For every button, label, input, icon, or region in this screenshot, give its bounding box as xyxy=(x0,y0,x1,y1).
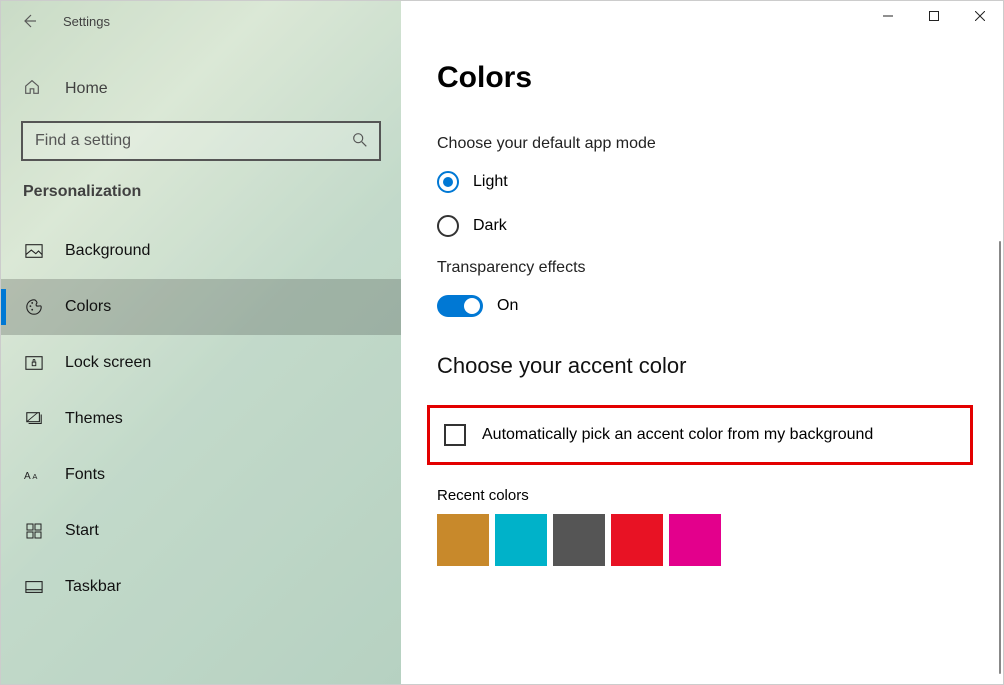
radio-label: Dark xyxy=(473,217,507,235)
sidebar-home[interactable]: Home xyxy=(1,61,401,117)
sidebar: Settings Home Personalization Background xyxy=(1,1,401,684)
radio-label: Light xyxy=(473,173,508,191)
settings-window: Settings Home Personalization Background xyxy=(1,1,1003,684)
accent-auto-label: Automatically pick an accent color from … xyxy=(482,426,873,444)
window-controls xyxy=(865,1,1003,31)
sidebar-item-taskbar[interactable]: Taskbar xyxy=(1,559,401,615)
scrollbar[interactable] xyxy=(999,241,1001,674)
sidebar-item-label: Fonts xyxy=(65,466,105,484)
svg-text:A: A xyxy=(32,472,37,481)
fonts-icon: AA xyxy=(23,467,45,483)
lock-screen-icon xyxy=(23,355,45,371)
recent-colors-label: Recent colors xyxy=(437,487,963,504)
sidebar-nav: Background Colors Lock screen Themes xyxy=(1,223,401,615)
main-content: Colors Choose your default app mode Ligh… xyxy=(401,1,1003,684)
color-swatch[interactable] xyxy=(437,514,489,566)
recent-colors xyxy=(437,514,963,566)
radio-icon xyxy=(437,215,459,237)
sidebar-item-label: Lock screen xyxy=(65,354,151,372)
transparency-toggle[interactable] xyxy=(437,295,483,317)
sidebar-item-themes[interactable]: Themes xyxy=(1,391,401,447)
accent-heading: Choose your accent color xyxy=(437,353,963,379)
start-icon xyxy=(23,523,45,539)
sidebar-item-start[interactable]: Start xyxy=(1,503,401,559)
accent-auto-checkbox[interactable] xyxy=(444,424,466,446)
radio-icon xyxy=(437,171,459,193)
radio-light[interactable]: Light xyxy=(437,171,963,193)
search-input[interactable] xyxy=(21,121,381,161)
close-button[interactable] xyxy=(957,1,1003,31)
search-icon xyxy=(351,131,369,154)
sidebar-item-fonts[interactable]: AA Fonts xyxy=(1,447,401,503)
titlebar-left: Settings xyxy=(1,1,401,41)
search-container xyxy=(21,121,381,161)
home-icon xyxy=(23,78,45,101)
image-icon xyxy=(23,243,45,259)
svg-text:A: A xyxy=(24,471,31,482)
radio-dark[interactable]: Dark xyxy=(437,215,963,237)
color-swatch[interactable] xyxy=(611,514,663,566)
sidebar-item-lock-screen[interactable]: Lock screen xyxy=(1,335,401,391)
accent-auto-row-highlight: Automatically pick an accent color from … xyxy=(427,405,973,465)
minimize-button[interactable] xyxy=(865,1,911,31)
transparency-label: Transparency effects xyxy=(437,259,963,277)
sidebar-item-label: Background xyxy=(65,242,150,260)
sidebar-item-background[interactable]: Background xyxy=(1,223,401,279)
themes-icon xyxy=(23,410,45,428)
taskbar-icon xyxy=(23,580,45,594)
sidebar-item-label: Start xyxy=(65,522,99,540)
window-title: Settings xyxy=(63,14,110,29)
sidebar-item-label: Colors xyxy=(65,298,111,316)
sidebar-item-label: Taskbar xyxy=(65,578,121,596)
page-heading: Colors xyxy=(437,61,963,95)
back-button[interactable] xyxy=(15,7,43,35)
color-swatch[interactable] xyxy=(495,514,547,566)
color-swatch[interactable] xyxy=(669,514,721,566)
transparency-toggle-row: On xyxy=(437,295,963,317)
toggle-state-label: On xyxy=(497,297,518,315)
sidebar-item-colors[interactable]: Colors xyxy=(1,279,401,335)
sidebar-category: Personalization xyxy=(1,177,401,223)
sidebar-item-label: Themes xyxy=(65,410,123,428)
palette-icon xyxy=(23,298,45,316)
app-mode-label: Choose your default app mode xyxy=(437,135,963,153)
maximize-button[interactable] xyxy=(911,1,957,31)
sidebar-home-label: Home xyxy=(65,80,108,98)
color-swatch[interactable] xyxy=(553,514,605,566)
